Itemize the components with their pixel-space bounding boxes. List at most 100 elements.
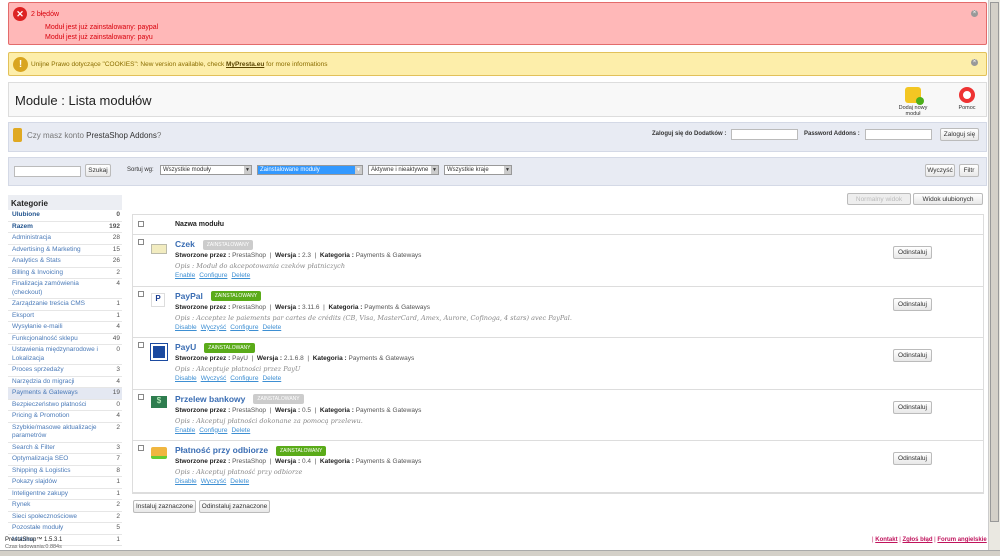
category-label: Analytics & Stats [12, 257, 61, 264]
module-action-link[interactable]: Configure [199, 272, 227, 279]
sidebar-category[interactable]: Razem 192 [8, 222, 122, 233]
module-author: PrestaShop [232, 458, 267, 465]
sidebar-category[interactable]: Optymalizacja SEO 7 [8, 454, 122, 466]
module-checkbox[interactable] [138, 342, 144, 348]
sidebar-category[interactable]: Szybkie/masowe aktualizacje parametrów 2 [8, 423, 122, 443]
sidebar-category[interactable]: Advertising & Marketing 15 [8, 245, 122, 256]
sidebar-category[interactable]: Wysyłanie e-maili 4 [8, 322, 122, 334]
install-status-select[interactable]: Zainstalowane moduły ▼ [257, 165, 363, 175]
sidebar-title: Kategorie [8, 195, 122, 210]
addons-login-button[interactable]: Zaloguj się [940, 128, 979, 141]
clear-filter-button[interactable]: Wyczyść [925, 164, 955, 177]
module-action-link[interactable]: Disable [175, 324, 197, 331]
sidebar-category[interactable]: Pricing & Promotion 4 [8, 411, 122, 423]
module-action-link[interactable]: Configure [199, 427, 227, 434]
sidebar-category[interactable]: Search & Filter 3 [8, 443, 122, 454]
contact-link[interactable]: Kontakt [875, 537, 897, 543]
sidebar-category[interactable]: Rynek 2 [8, 500, 122, 512]
report-bug-link[interactable]: Zgłoś błąd [902, 537, 932, 543]
sidebar-category[interactable]: Eksport 1 [8, 311, 122, 322]
sidebar-category[interactable]: Payments & Gateways 19 [8, 388, 122, 400]
module-name[interactable]: Przelew bankowy [175, 394, 245, 404]
module-action-link[interactable]: Wyczyść [201, 324, 227, 331]
module-action-link[interactable]: Enable [175, 272, 195, 279]
sidebar-category[interactable]: Analytics & Stats 26 [8, 256, 122, 268]
module-checkbox[interactable] [138, 393, 144, 400]
category-count: 192 [109, 222, 120, 230]
active-status-select[interactable]: Aktywne i nieaktywne ▼ [368, 165, 439, 175]
sidebar-category[interactable]: Shipping & Logistics 8 [8, 466, 122, 477]
category-label: Pozostałe moduły [12, 524, 64, 531]
module-checkbox[interactable] [138, 290, 144, 297]
installed-badge: ZAINSTALOWANY [253, 394, 304, 405]
module-checkbox[interactable] [138, 445, 144, 451]
sidebar-category[interactable]: Administracja 28 [8, 233, 122, 245]
module-action-link[interactable]: Wyczyść [201, 375, 227, 382]
sidebar-category[interactable]: Narzędzia do migracji 4 [8, 377, 122, 388]
module-name[interactable]: PayPal [175, 291, 203, 301]
module-action-link[interactable]: Delete [231, 427, 250, 434]
footer-links: | Kontakt | Zgłoś błąd | Forum angielski… [872, 537, 987, 543]
module-action-link[interactable]: Wyczyść [201, 478, 227, 485]
sidebar-category[interactable]: Pozostałe moduły 5 [8, 523, 122, 535]
module-name[interactable]: Płatność przy odbiorze [175, 445, 268, 455]
module-row: PayU ZAINSTALOWANY Stworzone przez : PayU… [133, 338, 983, 390]
select-all-checkbox[interactable] [138, 221, 144, 227]
module-action-link[interactable]: Enable [175, 427, 195, 434]
country-select[interactable]: Wszystkie kraje ▼ [444, 165, 512, 175]
add-module-button[interactable]: Dodaj nowy moduł [893, 87, 933, 117]
sidebar-category[interactable]: Inteligentne zakupy 1 [8, 489, 122, 500]
module-action-link[interactable]: Disable [175, 478, 197, 485]
module-name[interactable]: PayU [175, 342, 196, 352]
category-label: Kategoria : [319, 406, 354, 414]
sidebar-category[interactable]: Finalizacja zamówienia (checkout) 4 [8, 279, 122, 299]
module-action-link[interactable]: Disable [175, 375, 197, 382]
module-name[interactable]: Czek [175, 239, 195, 249]
sidebar-category[interactable]: Zarządzanie treścia CMS 1 [8, 299, 122, 311]
module-description: Akceptuje płatności przez PayU [196, 365, 301, 373]
search-input[interactable] [14, 166, 81, 177]
uninstall-button[interactable]: Odinstaluj [893, 246, 932, 259]
module-action-link[interactable]: Configure [230, 375, 258, 382]
category-count: 2 [116, 512, 120, 520]
module-actions: Disable Wyczyść Configure Delete [175, 375, 285, 382]
module-action-link[interactable]: Configure [230, 324, 258, 331]
uninstall-button[interactable]: Odinstaluj [893, 400, 932, 414]
favorites-view-button[interactable]: Widok ulubionych [913, 193, 983, 205]
module-action-link[interactable]: Delete [230, 478, 249, 485]
addons-password-input[interactable] [865, 129, 932, 140]
search-button[interactable]: Szukaj [85, 164, 111, 177]
error-alert: ✕ 2 błędów Moduł jest już zainstalowany:… [8, 2, 987, 45]
sidebar-category[interactable]: Ustawienia międzynarodowe i Lokalizacja 0 [8, 345, 122, 365]
normal-view-button[interactable]: Normalny widok [847, 193, 911, 205]
module-checkbox[interactable] [138, 239, 144, 245]
module-action-link[interactable]: Delete [262, 375, 281, 382]
uninstall-button[interactable]: Odinstaluj [893, 349, 932, 362]
version-label: Wersja : [274, 252, 301, 259]
module-action-link[interactable]: Delete [231, 272, 250, 279]
uninstall-button[interactable]: Odinstaluj [893, 452, 932, 465]
scrollbar[interactable] [988, 0, 1000, 550]
module-action-link[interactable]: Delete [262, 324, 281, 331]
filter-button[interactable]: Filtr [959, 164, 979, 177]
close-icon[interactable]: × [971, 10, 978, 17]
sidebar-category[interactable]: Ulubione 0 [8, 210, 122, 222]
mypresta-link[interactable]: MyPresta.eu [226, 61, 264, 68]
install-selected-button[interactable]: Instaluj zaznaczone [133, 500, 196, 513]
sidebar-category[interactable]: Funkcjonalność sklepu 49 [8, 334, 122, 345]
installed-badge: ZAINSTALOWANY [204, 342, 255, 353]
module-list-header: Nazwa modułu [133, 215, 983, 235]
uninstall-button[interactable]: Odinstaluj [893, 297, 932, 311]
sidebar-category[interactable]: Sieci społecznościowe 2 [8, 512, 122, 523]
category-label: Ulubione [12, 211, 40, 218]
sidebar-category[interactable]: Pokazy slajdów 1 [8, 477, 122, 489]
close-icon[interactable]: × [971, 59, 978, 66]
uninstall-selected-button[interactable]: Odinstaluj zaznaczone [199, 500, 270, 513]
addons-login-input[interactable] [731, 129, 798, 140]
help-button[interactable]: Pomoc [955, 87, 979, 111]
sidebar-category[interactable]: Billing & Invoicing 2 [8, 268, 122, 279]
sidebar-category[interactable]: Bezpieczeństwo płatności 0 [8, 400, 122, 411]
forum-link[interactable]: Forum angielskie [937, 537, 986, 543]
sidebar-category[interactable]: Proces sprzedaży 3 [8, 365, 122, 377]
module-type-select[interactable]: Wszystkie moduły ▼ [160, 165, 252, 175]
